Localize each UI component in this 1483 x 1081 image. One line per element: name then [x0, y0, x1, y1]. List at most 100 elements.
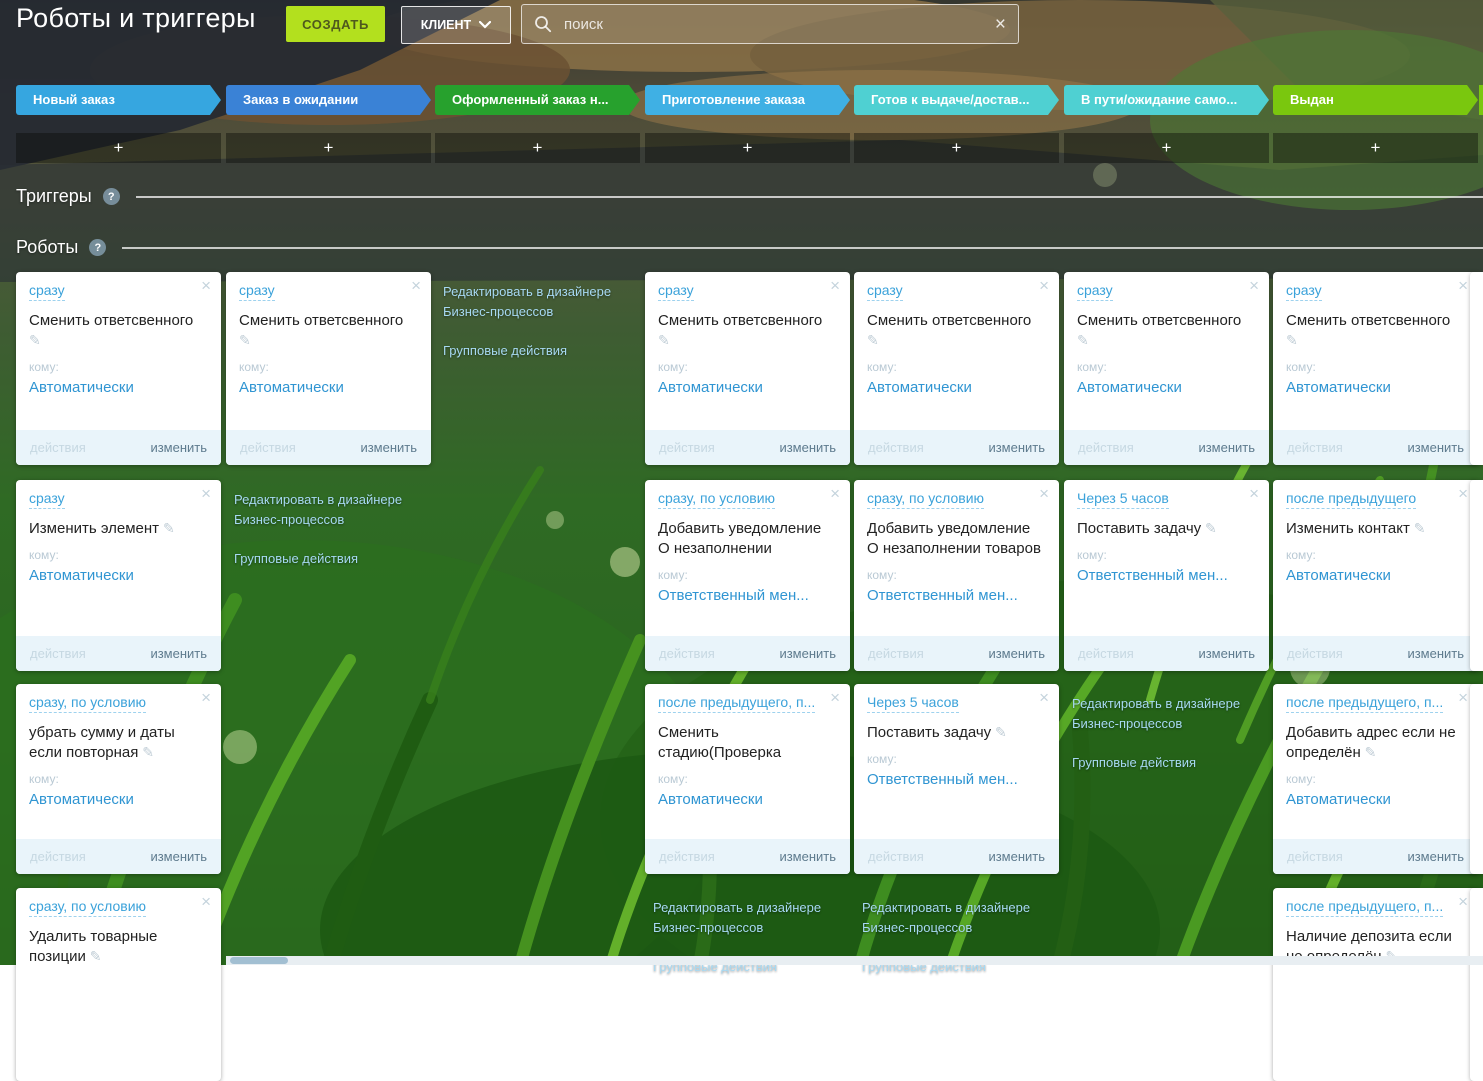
edit-link[interactable]: изменить	[1407, 440, 1464, 455]
robot-trigger-link[interactable]: сразу, по условию	[29, 694, 146, 713]
group-actions-link[interactable]: Групповые действия	[443, 341, 633, 361]
edit-link[interactable]: изменить	[1198, 440, 1255, 455]
edit-link[interactable]: изменить	[988, 849, 1045, 864]
close-icon[interactable]: ×	[830, 689, 840, 706]
robot-assignee-link[interactable]: Автоматически	[658, 379, 837, 396]
edit-link[interactable]: изменить	[779, 440, 836, 455]
actions-link[interactable]: действия	[30, 646, 86, 661]
robot-trigger-link[interactable]: после предыдущего	[1286, 490, 1416, 509]
actions-link[interactable]: действия	[240, 440, 296, 455]
actions-link[interactable]: действия	[868, 849, 924, 864]
close-icon[interactable]: ×	[1039, 277, 1049, 294]
actions-link[interactable]: действия	[659, 849, 715, 864]
edit-pencil-icon[interactable]: ✎	[1410, 520, 1426, 536]
robot-trigger-link[interactable]: после предыдущего, п...	[658, 694, 815, 713]
edit-pencil-icon[interactable]: ✎	[138, 744, 154, 760]
robot-assignee-link[interactable]: Ответственный мен...	[658, 587, 837, 604]
actions-link[interactable]: действия	[1078, 440, 1134, 455]
edit-link[interactable]: изменить	[1198, 646, 1255, 661]
robot-trigger-link[interactable]: сразу	[239, 282, 275, 301]
robot-assignee-link[interactable]: Автоматически	[867, 379, 1046, 396]
close-icon[interactable]: ×	[1458, 485, 1468, 502]
designer-link[interactable]: Редактировать в дизайнере Бизнес-процесс…	[653, 898, 843, 937]
robot-trigger-link[interactable]: сразу, по условию	[867, 490, 984, 509]
designer-link[interactable]: Редактировать в дизайнере Бизнес-процесс…	[443, 282, 633, 321]
actions-link[interactable]: действия	[868, 440, 924, 455]
close-icon[interactable]: ×	[201, 277, 211, 294]
robot-trigger-link[interactable]: сразу	[29, 490, 65, 509]
actions-link[interactable]: действия	[30, 440, 86, 455]
close-icon[interactable]: ×	[1249, 277, 1259, 294]
robot-trigger-link[interactable]: Через 5 часов	[1077, 490, 1169, 509]
robot-assignee-link[interactable]: Автоматически	[658, 791, 837, 808]
edit-link[interactable]: изменить	[779, 646, 836, 661]
edit-pencil-icon[interactable]: ✎	[239, 332, 251, 348]
robot-assignee-link[interactable]: Автоматически	[1286, 791, 1465, 808]
close-icon[interactable]: ×	[411, 277, 421, 294]
close-icon[interactable]: ×	[1458, 689, 1468, 706]
actions-link[interactable]: действия	[659, 646, 715, 661]
robot-assignee-link[interactable]: Автоматически	[29, 379, 208, 396]
close-icon[interactable]: ×	[1039, 485, 1049, 502]
close-icon[interactable]: ×	[201, 893, 211, 910]
edit-link[interactable]: изменить	[150, 646, 207, 661]
robot-trigger-link[interactable]: сразу	[29, 282, 65, 301]
close-icon[interactable]: ×	[830, 277, 840, 294]
robot-trigger-link[interactable]: сразу	[658, 282, 694, 301]
robot-assignee-link[interactable]: Автоматически	[1286, 379, 1465, 396]
edit-link[interactable]: изменить	[1407, 646, 1464, 661]
robot-trigger-link[interactable]: сразу	[1286, 282, 1322, 301]
robot-assignee-link[interactable]: Ответственный мен...	[1077, 567, 1256, 584]
robot-trigger-link[interactable]: после предыдущего, п...	[1286, 898, 1443, 917]
robot-assignee-link[interactable]: Автоматически	[1286, 567, 1465, 584]
robot-assignee-link[interactable]: Ответственный мен...	[867, 587, 1046, 604]
actions-link[interactable]: действия	[1287, 849, 1343, 864]
close-icon[interactable]: ×	[1039, 689, 1049, 706]
robot-trigger-link[interactable]: Через 5 часов	[867, 694, 959, 713]
actions-link[interactable]: действия	[868, 646, 924, 661]
robot-trigger-link[interactable]: после предыдущего, п...	[1286, 694, 1443, 713]
close-icon[interactable]: ×	[201, 689, 211, 706]
designer-link[interactable]: Редактировать в дизайнере Бизнес-процесс…	[234, 490, 424, 529]
close-icon[interactable]: ×	[830, 485, 840, 502]
designer-link[interactable]: Редактировать в дизайнере Бизнес-процесс…	[862, 898, 1052, 937]
edit-link[interactable]: изменить	[150, 849, 207, 864]
edit-link[interactable]: изменить	[150, 440, 207, 455]
edit-link[interactable]: изменить	[360, 440, 417, 455]
actions-link[interactable]: действия	[1287, 646, 1343, 661]
edit-pencil-icon[interactable]: ✎	[658, 332, 670, 348]
edit-pencil-icon[interactable]: ✎	[29, 332, 41, 348]
robot-assignee-link[interactable]: Автоматически	[239, 379, 418, 396]
edit-pencil-icon[interactable]: ✎	[86, 948, 102, 964]
robot-trigger-link[interactable]: сразу	[867, 282, 903, 301]
designer-link[interactable]: Редактировать в дизайнере Бизнес-процесс…	[1072, 694, 1262, 733]
close-icon[interactable]: ×	[1249, 485, 1259, 502]
group-actions-link[interactable]: Групповые действия	[234, 549, 424, 569]
edit-pencil-icon[interactable]: ✎	[867, 332, 879, 348]
scrollbar-thumb[interactable]	[230, 957, 288, 964]
close-icon[interactable]: ×	[1458, 277, 1468, 294]
robot-assignee-link[interactable]: Автоматически	[29, 567, 208, 584]
group-actions-link[interactable]: Групповые действия	[1072, 753, 1262, 773]
edit-pencil-icon[interactable]: ✎	[1201, 520, 1217, 536]
robot-assignee-link[interactable]: Ответственный мен...	[867, 771, 1046, 788]
edit-pencil-icon[interactable]: ✎	[1361, 744, 1377, 760]
actions-link[interactable]: действия	[30, 849, 86, 864]
close-icon[interactable]: ×	[201, 485, 211, 502]
robot-assignee-link[interactable]: Автоматически	[29, 791, 208, 808]
robot-trigger-link[interactable]: сразу	[1077, 282, 1113, 301]
edit-link[interactable]: изменить	[779, 849, 836, 864]
robot-trigger-link[interactable]: сразу, по условию	[29, 898, 146, 917]
robot-trigger-link[interactable]: сразу, по условию	[658, 490, 775, 509]
robot-assignee-link[interactable]: Автоматически	[1077, 379, 1256, 396]
close-icon[interactable]: ×	[1458, 893, 1468, 910]
edit-link[interactable]: изменить	[1407, 849, 1464, 864]
actions-link[interactable]: действия	[1287, 440, 1343, 455]
edit-pencil-icon[interactable]: ✎	[991, 724, 1007, 740]
horizontal-scrollbar[interactable]	[226, 956, 1483, 965]
edit-pencil-icon[interactable]: ✎	[1077, 332, 1089, 348]
actions-link[interactable]: действия	[659, 440, 715, 455]
edit-pencil-icon[interactable]: ✎	[1286, 332, 1298, 348]
edit-pencil-icon[interactable]: ✎	[159, 520, 175, 536]
edit-link[interactable]: изменить	[988, 440, 1045, 455]
